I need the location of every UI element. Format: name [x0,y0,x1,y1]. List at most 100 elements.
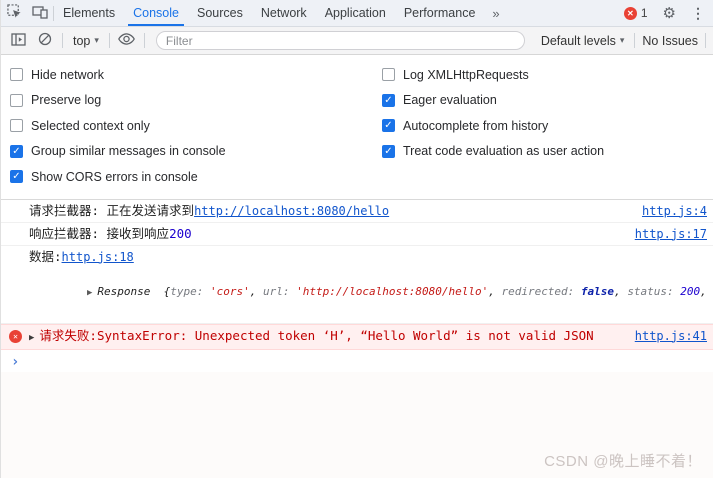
inspect-cursor-icon [7,4,22,22]
separator: , [614,285,627,298]
tabbar-spacer [507,0,616,26]
live-expression-button[interactable] [117,33,137,48]
setting-preserve-log[interactable]: Preserve log [1,88,373,114]
setting-hide-network[interactable]: Hide network [1,62,373,88]
setting-label: Eager evaluation [403,93,497,107]
log-row-data-object: 数据: http.js:18 ▶Response {type: 'cors', … [1,246,713,324]
divider [62,33,63,48]
setting-label: Selected context only [31,119,150,133]
console-toolbar: top ▾ Default levels ▾ No Issues [1,27,713,55]
checkbox-unchecked[interactable] [382,68,395,81]
setting-eager-evaluation[interactable]: ✓ Eager evaluation [373,88,713,114]
log-text: 请求拦截器: 正在发送请求到 [29,203,194,219]
request-url-link[interactable]: http://localhost:8080/hello [194,203,389,219]
tab-sources[interactable]: Sources [188,0,252,26]
show-console-sidebar-button[interactable] [8,33,28,49]
watermark-text: CSDN @晚上睡不着！ [544,450,702,471]
object-class-name: Response [97,285,157,298]
divider [144,33,145,48]
setting-label: Autocomplete from history [403,119,548,133]
expand-triangle-icon[interactable]: ▶ [87,288,92,298]
setting-label: Hide network [31,68,104,82]
checkbox-unchecked[interactable] [10,119,23,132]
checkbox-checked-icon[interactable]: ✓ [382,119,395,132]
issues-counter[interactable]: No Issues [642,34,698,48]
separator: , [488,285,501,298]
prop-key: status: [627,285,680,298]
tab-label: Console [133,6,179,20]
expand-triangle-icon[interactable]: ▶ [29,330,34,346]
tab-performance[interactable]: Performance [395,0,485,26]
checkbox-checked-icon[interactable]: ✓ [382,94,395,107]
prop-key: url: [263,285,296,298]
checkbox-checked-icon[interactable]: ✓ [10,170,23,183]
log-levels-dropdown[interactable]: Default levels ▾ [538,34,628,48]
setting-show-cors-errors[interactable]: ✓ Show CORS errors in console [1,164,373,190]
checkbox-unchecked[interactable] [10,68,23,81]
error-count-badge[interactable]: ✕ 1 [616,0,656,26]
error-icon: ✕ [624,7,637,20]
log-row-error: ✕ ▶ 请求失败: SyntaxError: Unexpected token … [1,324,713,350]
setting-treat-eval-user-action[interactable]: ✓ Treat code evaluation as user action [373,139,713,165]
setting-label: Treat code evaluation as user action [403,144,604,158]
status-code: 200 [169,226,192,242]
prompt-chevron-icon: › [11,354,19,370]
tab-console[interactable]: Console [124,0,188,26]
tab-label: Application [325,6,386,20]
context-selector[interactable]: top ▾ [70,34,102,48]
divider [705,33,706,48]
tab-label: Sources [197,6,243,20]
devtools-window: Elements Console Sources Network Applica… [0,0,713,478]
device-toolbar-icon [32,5,48,22]
checkbox-checked-icon[interactable]: ✓ [382,145,395,158]
setting-label: Group similar messages in console [31,144,226,158]
checkbox-checked-icon[interactable]: ✓ [10,145,23,158]
separator: , [250,285,263,298]
setting-autocomplete-history[interactable]: ✓ Autocomplete from history [373,113,713,139]
devtools-tabbar: Elements Console Sources Network Applica… [1,0,713,27]
error-icon: ✕ [9,330,22,343]
setting-group-similar[interactable]: ✓ Group similar messages in console [1,139,373,165]
source-location-link[interactable]: http.js:4 [642,204,707,218]
log-text: 响应拦截器: 接收到响应 [29,226,169,242]
console-empty-area[interactable]: CSDN @晚上睡不着！ [1,372,713,478]
log-levels-label: Default levels [541,34,616,48]
kebab-menu-icon[interactable]: ⋮ [683,0,713,26]
source-location-link[interactable]: http.js:17 [635,227,707,241]
sidebar-panel-icon [11,33,26,49]
prop-value: 200 [680,285,700,298]
tab-application[interactable]: Application [316,0,395,26]
source-location-link[interactable]: http.js:18 [62,250,134,264]
console-settings-panel: Hide network Preserve log Selected conte… [1,55,713,200]
setting-log-xmlhttprequests[interactable]: Log XMLHttpRequests [373,62,713,88]
clear-icon [38,32,52,49]
settings-column-right: Log XMLHttpRequests ✓ Eager evaluation ✓… [373,62,713,190]
console-messages: 请求拦截器: 正在发送请求到 http://localhost:8080/hel… [1,200,713,372]
divider [634,33,635,48]
more-tabs-icon[interactable]: » [484,0,506,26]
log-row-response-interceptor: 响应拦截器: 接收到响应 200 http.js:17 [1,223,713,246]
source-location-link[interactable]: http.js:41 [635,329,707,343]
prop-key: type: [170,285,210,298]
tab-label: Elements [63,6,115,20]
brace: { [157,285,170,298]
chevron-down-icon: ▾ [620,35,625,46]
filter-input[interactable] [156,31,525,50]
inspect-element-button[interactable] [1,0,27,26]
tab-network[interactable]: Network [252,0,316,26]
tab-label: Network [261,6,307,20]
checkbox-unchecked[interactable] [10,94,23,107]
settings-gear-icon[interactable]: ⚙ [656,0,683,26]
clear-console-button[interactable] [35,32,55,49]
eye-icon [118,33,135,48]
settings-column-left: Hide network Preserve log Selected conte… [1,62,373,190]
tab-elements[interactable]: Elements [54,0,124,26]
tab-label: Performance [404,6,476,20]
divider [109,33,110,48]
setting-label: Show CORS errors in console [31,170,198,184]
chevron-down-icon: ▾ [94,35,99,46]
setting-label: Preserve log [31,93,101,107]
setting-selected-context-only[interactable]: Selected context only [1,113,373,139]
device-toolbar-button[interactable] [27,0,53,26]
console-prompt[interactable]: › [1,350,713,372]
